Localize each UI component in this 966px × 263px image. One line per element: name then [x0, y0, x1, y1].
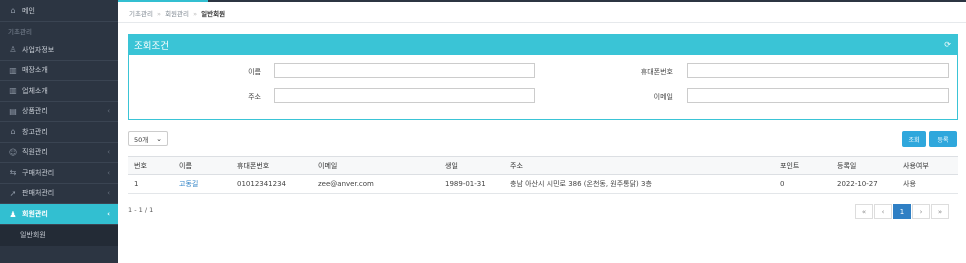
sidebar-subitem-general-members[interactable]: 일반회원	[0, 225, 118, 246]
chevron-left-icon: ‹	[107, 168, 110, 177]
breadcrumb-item[interactable]: 기초관리	[129, 10, 153, 18]
sidebar-item-label: 창고관리	[22, 127, 48, 136]
column-header[interactable]: 이름	[173, 156, 231, 175]
next-page-button[interactable]: ›	[912, 204, 930, 219]
first-page-button[interactable]: «	[855, 204, 873, 219]
search-panel-title: 조회조건	[134, 41, 169, 52]
table-row[interactable]: 1 고동길 01012341234 zee@anver.com 1989-01-…	[128, 174, 958, 194]
email-label: 이메일	[653, 93, 673, 101]
sidebar-item-products[interactable]: ▤ 상품관리 ‹	[0, 102, 118, 122]
sidebar-item-purchase[interactable]: ⇆ 구매처관리 ‹	[0, 163, 118, 184]
page-size-value: 50개	[134, 135, 149, 144]
breadcrumb: 기초관리 » 회원관리 » 일반회원	[129, 8, 225, 18]
search-panel-header: 조회조건 ⟳	[129, 35, 957, 55]
cell-registered-date: 2022-10-27	[831, 174, 897, 194]
column-header[interactable]: 등록일	[831, 156, 897, 175]
sidebar-item-members[interactable]: ♟ 회원관리 ‹	[0, 204, 118, 225]
last-page-button[interactable]: »	[931, 204, 949, 219]
chevron-left-icon: ‹	[107, 189, 110, 198]
store-icon: ▥	[9, 65, 17, 75]
arrow-in-icon: ⇆	[9, 168, 17, 178]
breadcrumb-current: 일반회원	[201, 10, 226, 18]
sidebar-item-employees[interactable]: ☺ 직원관리 ‹	[0, 143, 118, 163]
chevron-down-icon: ⌄	[156, 135, 162, 143]
top-bar	[118, 0, 966, 2]
refresh-icon[interactable]: ⟳	[944, 40, 951, 49]
sidebar-item-label: 일반회원	[20, 231, 46, 240]
user-icon: ♙	[9, 45, 17, 55]
sidebar-item-label: 사업자정보	[22, 45, 55, 54]
chevron-left-icon: ‹	[107, 210, 110, 218]
warehouse-icon: ⌂	[10, 127, 16, 137]
register-button[interactable]: 등록	[929, 131, 957, 147]
send-icon: ➚	[9, 188, 17, 198]
phone-input[interactable]	[687, 63, 949, 78]
cell-phone: 01012341234	[231, 174, 312, 194]
column-header[interactable]: 사용여부	[897, 156, 958, 175]
divider	[118, 22, 966, 23]
column-header[interactable]: 생일	[439, 156, 504, 175]
chevron-left-icon: ‹	[107, 148, 110, 157]
sidebar-item-label: 직원관리	[22, 148, 48, 157]
gift-icon: ▤	[9, 106, 17, 116]
smile-icon: ☺	[8, 147, 18, 157]
phone-label: 휴대폰번호	[640, 68, 673, 76]
sidebar-item-company-intro[interactable]: ▥ 업체소개	[0, 81, 118, 102]
sidebar-item-label: 회원관리	[22, 210, 48, 218]
address-label: 주소	[248, 93, 261, 101]
top-bar-accent	[118, 0, 208, 2]
sidebar-item-label: 구매처관리	[22, 168, 55, 177]
cell-number: 1	[128, 174, 173, 194]
sidebar-item-home[interactable]: ⌂ 메인	[0, 0, 118, 22]
sidebar-item-label: 메인	[22, 6, 35, 15]
column-header[interactable]: 포인트	[774, 156, 831, 175]
email-input[interactable]	[687, 88, 949, 103]
column-header[interactable]: 번호	[128, 156, 173, 175]
sidebar: ⌂ 메인 기초관리 ♙ 사업자정보 ▥ 매장소개 ▥ 업체소개 ▤ 상품관리 ‹…	[0, 0, 118, 263]
breadcrumb-item[interactable]: 회원관리	[165, 10, 189, 18]
page-button-current[interactable]: 1	[893, 204, 911, 219]
cell-email: zee@anver.com	[312, 174, 439, 194]
cell-usage-status: 사용	[897, 174, 958, 194]
sidebar-item-label: 판매처관리	[22, 189, 55, 198]
home-icon: ⌂	[10, 6, 16, 15]
sidebar-item-label: 상품관리	[22, 107, 48, 116]
sidebar-item-label: 매장소개	[22, 66, 48, 75]
sidebar-item-label: 업체소개	[22, 86, 48, 95]
table-header-row: 번호 이름 휴대폰번호 이메일 생일 주소 포인트 등록일 사용여부	[128, 156, 958, 175]
sidebar-section-header: 기초관리	[8, 28, 32, 36]
sidebar-item-store-intro[interactable]: ▥ 매장소개	[0, 61, 118, 81]
name-label: 이름	[248, 68, 261, 76]
page-size-select[interactable]: 50개 ⌄	[128, 131, 168, 146]
column-header[interactable]: 이메일	[312, 156, 439, 175]
cell-address: 충남 아산시 시민로 386 (온천동, 원주통닭) 3층	[504, 174, 774, 194]
breadcrumb-separator: »	[157, 10, 161, 18]
cell-name-link[interactable]: 고동길	[173, 174, 231, 194]
building-icon: ▥	[9, 86, 17, 96]
members-table: 번호 이름 휴대폰번호 이메일 생일 주소 포인트 등록일 사용여부 1 고동길…	[128, 156, 958, 194]
chevron-left-icon: ‹	[107, 107, 110, 116]
pagination-info: 1 - 1 / 1	[128, 206, 154, 214]
column-header[interactable]: 휴대폰번호	[231, 156, 312, 175]
cell-points: 0	[774, 174, 831, 194]
search-button[interactable]: 조회	[902, 131, 926, 147]
cell-birthday: 1989-01-31	[439, 174, 504, 194]
column-header[interactable]: 주소	[504, 156, 774, 175]
name-input[interactable]	[274, 63, 535, 78]
search-panel: 조회조건 ⟳ 이름 휴대폰번호 주소 이메일	[128, 34, 958, 120]
prev-page-button[interactable]: ‹	[874, 204, 892, 219]
breadcrumb-separator: »	[193, 10, 198, 18]
sidebar-item-business-info[interactable]: ♙ 사업자정보	[0, 40, 118, 61]
address-input[interactable]	[274, 88, 535, 103]
sidebar-item-sales[interactable]: ➚ 판매처관리 ‹	[0, 184, 118, 204]
pagination: « ‹ 1 › »	[854, 204, 949, 219]
sidebar-item-warehouse[interactable]: ⌂ 창고관리	[0, 122, 118, 143]
users-icon: ♟	[9, 209, 17, 219]
